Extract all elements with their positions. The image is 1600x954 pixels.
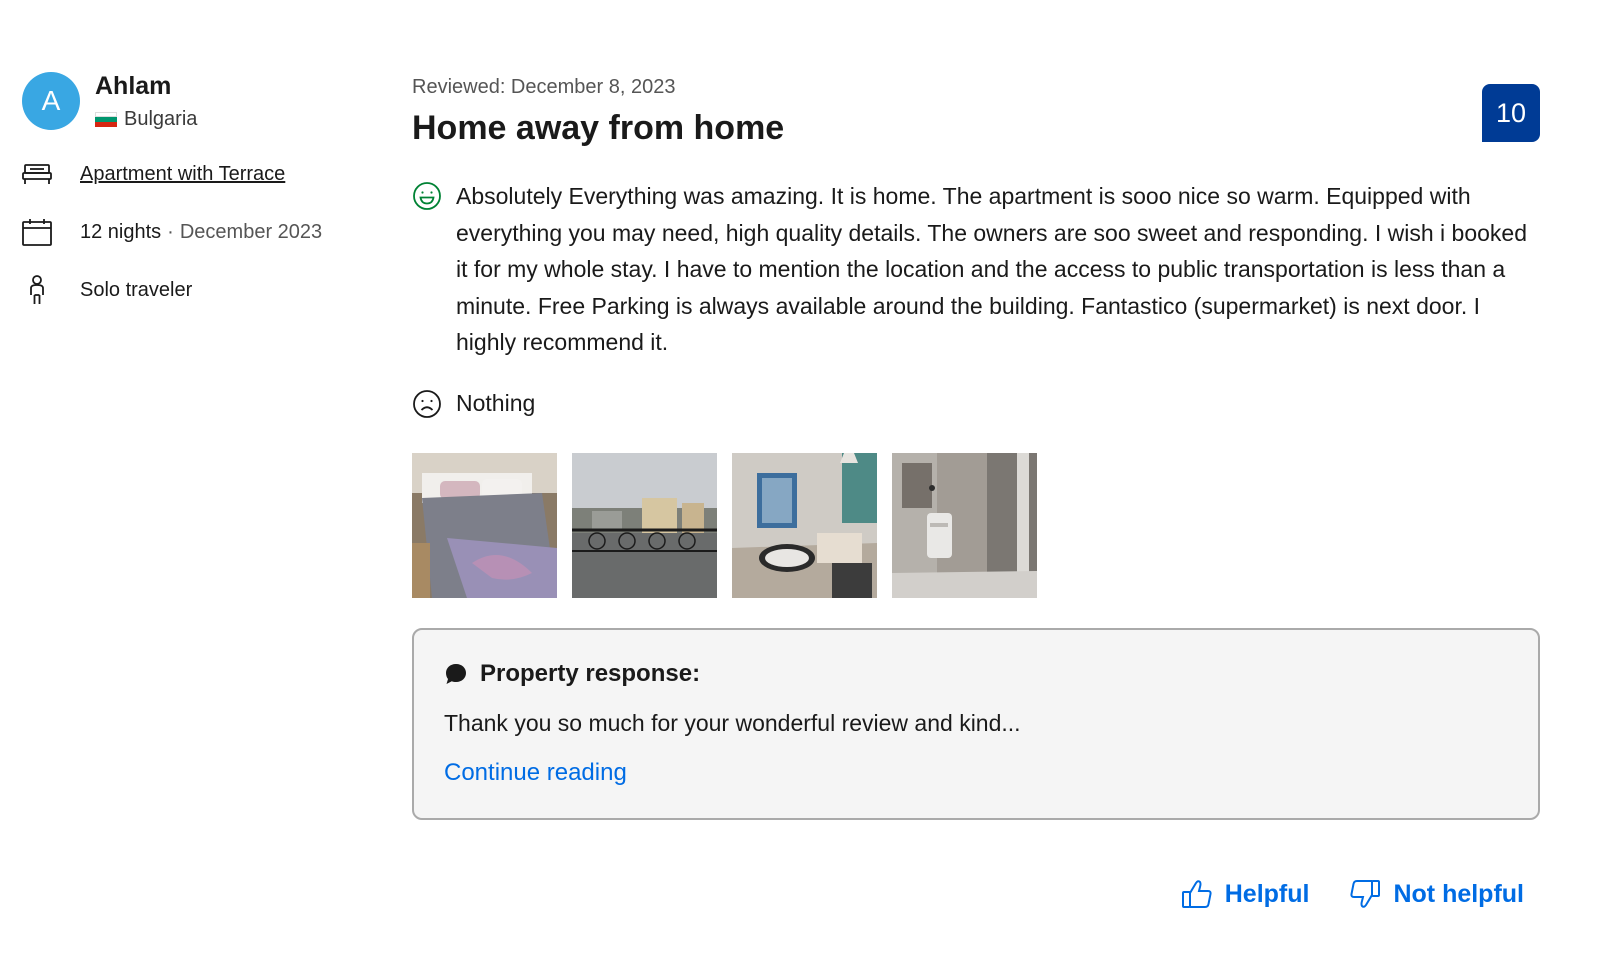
reviewer-panel: A Ahlam Bulgaria Apartment with Terrace (22, 70, 382, 305)
bathroom-photo[interactable] (892, 452, 1037, 598)
reviewer-country: Bulgaria (95, 108, 197, 131)
review-content: Reviewed: December 8, 2023 Home away fro… (412, 72, 1540, 820)
thumbs-up-icon (1181, 880, 1212, 908)
thumbs-down-icon (1350, 880, 1381, 908)
reviewer-header: A Ahlam Bulgaria (22, 70, 382, 131)
living-room-photo[interactable] (732, 452, 877, 598)
stay-month: December 2023 (179, 220, 323, 243)
bulgaria-flag-icon (95, 112, 117, 127)
score-badge: 10 (1482, 84, 1540, 142)
vote-actions: Helpful Not helpful (1141, 878, 1524, 910)
room-type-link[interactable]: Apartment with Terrace (80, 163, 285, 186)
separator-dot: · (167, 220, 174, 243)
property-response-box: Property response: Thank you so much for… (412, 627, 1540, 820)
nights-count: 12 nights (80, 220, 162, 243)
positive-comment: Absolutely Everything was amazing. It is… (412, 180, 1540, 361)
balcony-view-photo[interactable] (572, 452, 717, 598)
review-date: Reviewed: December 8, 2023 (412, 76, 676, 98)
stay-duration-row: 12 nights · December 2023 (22, 217, 382, 247)
property-response-heading: Property response: (480, 659, 701, 687)
speech-bubble-icon (446, 663, 466, 684)
review-photos (412, 452, 1540, 598)
not-helpful-label: Not helpful (1393, 879, 1524, 908)
continue-reading-link[interactable]: Continue reading (444, 759, 627, 787)
person-icon (22, 275, 52, 305)
traveler-type-row: Solo traveler (22, 275, 382, 305)
negative-text: Nothing (456, 390, 536, 416)
smiley-face-icon (413, 182, 441, 210)
negative-comment: Nothing (412, 389, 1540, 419)
helpful-button[interactable]: Helpful (1181, 878, 1310, 910)
review-title: Home away from home (412, 109, 785, 147)
positive-text: Absolutely Everything was amazing. It is… (456, 183, 1527, 355)
room-type-row: Apartment with Terrace (22, 159, 382, 189)
not-helpful-button[interactable]: Not helpful (1349, 878, 1524, 910)
country-label: Bulgaria (124, 108, 198, 130)
traveler-type: Solo traveler (80, 278, 193, 301)
sad-face-icon (413, 389, 441, 418)
calendar-icon (22, 217, 52, 247)
avatar: A (22, 71, 80, 130)
bedroom-photo[interactable] (412, 452, 557, 598)
reviewer-name: Ahlam (95, 72, 172, 100)
bed-icon (22, 159, 52, 189)
helpful-label: Helpful (1224, 879, 1310, 908)
property-response-header: Property response: (444, 660, 1508, 688)
property-response-text: Thank you so much for your wonderful rev… (444, 709, 1021, 736)
